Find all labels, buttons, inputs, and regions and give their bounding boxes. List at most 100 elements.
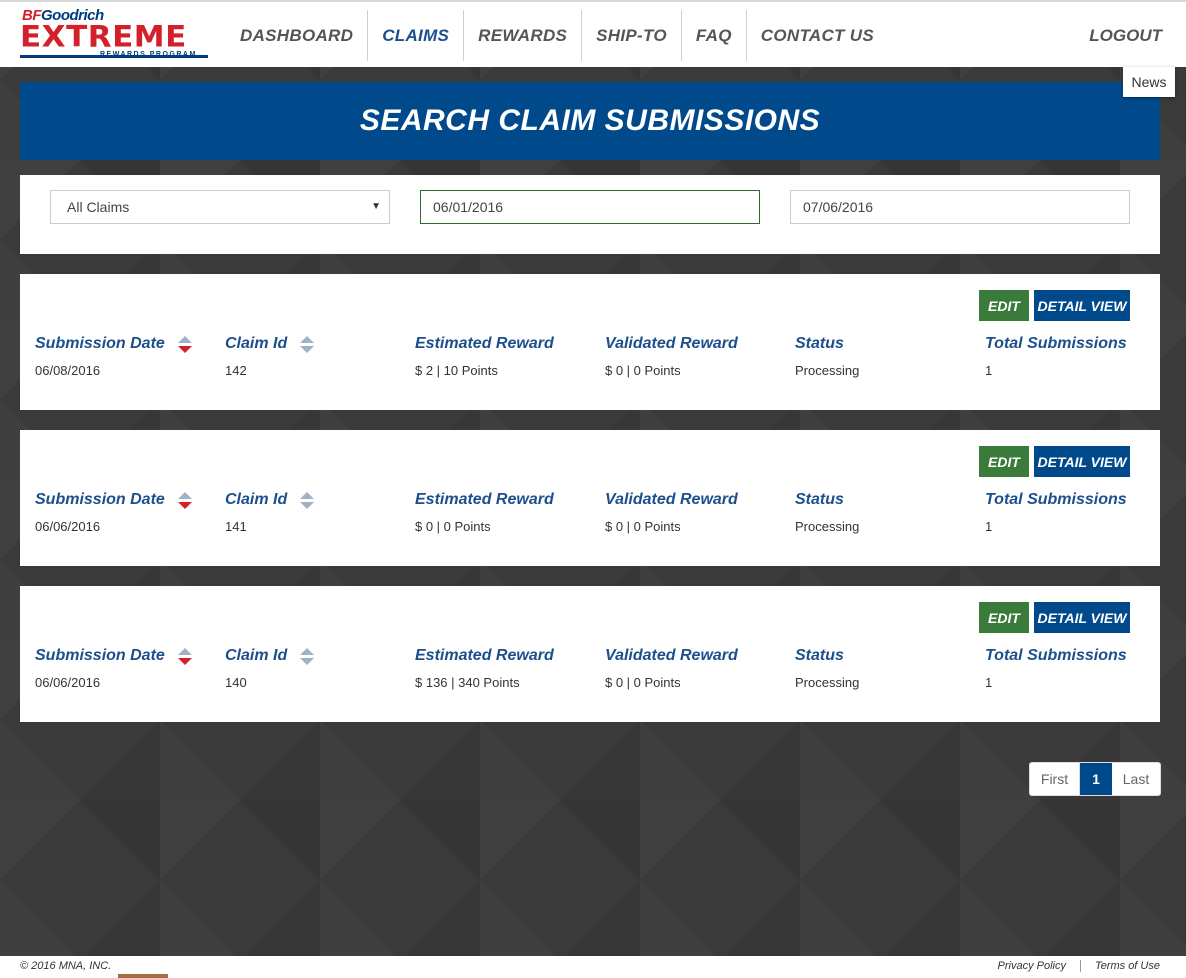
total-submissions-column: Total Submissions 1 [985,490,1127,534]
pagination: First 1 Last [1029,762,1161,796]
nav-faq[interactable]: FAQ [682,10,747,61]
logo-tagline: REWARDS PROGRAM [100,51,197,58]
validated-reward-column: Validated Reward $ 0 | 0 Points [605,334,738,378]
submission-date-header[interactable]: Submission Date [35,334,192,354]
submission-date-header[interactable]: Submission Date [35,646,192,666]
top-navigation-bar: BFGoodrich EXTREME REWARDS PROGRAM DASHB… [0,0,1186,67]
estimated-reward-value: $ 0 | 0 Points [415,519,491,534]
validated-reward-column: Validated Reward $ 0 | 0 Points [605,646,738,690]
footer-links: Privacy Policy Terms of Use [984,960,1160,972]
estimated-reward-header: Estimated Reward [415,491,554,508]
sort-icon[interactable] [177,491,192,509]
nav-dashboard[interactable]: DASHBOARD [226,10,369,61]
pagination-last[interactable]: Last [1112,763,1160,795]
detail-view-button[interactable]: DETAIL VIEW [1034,446,1130,477]
total-submissions-column: Total Submissions 1 [985,646,1127,690]
submission-date-column: Submission Date 06/06/2016 [35,490,192,534]
status-header: Status [795,491,844,508]
footer-accent-bar [118,974,168,978]
sort-icon[interactable] [300,647,315,665]
claim-id-value: 141 [225,519,247,534]
main-nav: DASHBOARD CLAIMS REWARDS SHIP-TO FAQ CON… [226,10,888,61]
estimated-reward-value: $ 136 | 340 Points [415,675,520,690]
nav-contact-us[interactable]: CONTACT US [747,10,888,61]
claim-id-header[interactable]: Claim Id [225,490,315,510]
pagination-page-1[interactable]: 1 [1080,763,1112,795]
privacy-policy-link[interactable]: Privacy Policy [984,960,1080,972]
claim-id-value: 142 [225,363,247,378]
validated-reward-header: Validated Reward [605,491,738,508]
estimated-reward-column: Estimated Reward $ 2 | 10 Points [415,334,554,378]
claim-id-header[interactable]: Claim Id [225,334,315,354]
estimated-reward-value: $ 2 | 10 Points [415,363,498,378]
validated-reward-header: Validated Reward [605,335,738,352]
total-submissions-header: Total Submissions [985,647,1127,664]
submission-date-value: 06/08/2016 [35,363,101,378]
status-value: Processing [795,675,860,690]
validated-reward-value: $ 0 | 0 Points [605,363,681,378]
submission-date-column: Submission Date 06/06/2016 [35,646,192,690]
claim-type-select[interactable]: All Claims ▼ [50,190,390,224]
estimated-reward-header: Estimated Reward [415,647,554,664]
submission-date-header[interactable]: Submission Date [35,490,192,510]
submission-date-value: 06/06/2016 [35,675,101,690]
total-submissions-value: 1 [985,363,993,378]
edit-button[interactable]: EDIT [979,602,1029,633]
status-header: Status [795,647,844,664]
total-submissions-header: Total Submissions [985,335,1127,352]
claim-id-column: Claim Id 140 [225,646,315,690]
search-filters-panel: All Claims ▼ 06/01/2016 07/06/2016 [20,175,1160,254]
news-tab[interactable]: News [1123,67,1175,97]
estimated-reward-header: Estimated Reward [415,335,554,352]
page-title: SEARCH CLAIM SUBMISSIONS [359,104,821,137]
claim-card: EDIT DETAIL VIEW Submission Date 06/08/2… [20,274,1160,410]
detail-view-button[interactable]: DETAIL VIEW [1034,290,1130,321]
status-value: Processing [795,363,860,378]
claim-id-column: Claim Id 141 [225,490,315,534]
copyright-text: © 2016 MNA, INC. [20,960,112,972]
claim-card: EDIT DETAIL VIEW Submission Date 06/06/2… [20,430,1160,566]
terms-of-use-link[interactable]: Terms of Use [1079,960,1160,972]
detail-view-button[interactable]: DETAIL VIEW [1034,602,1130,633]
status-header: Status [795,335,844,352]
sort-icon[interactable] [177,335,192,353]
status-column: Status Processing [795,490,859,534]
claim-type-value: All Claims [67,199,130,215]
end-date-input[interactable]: 07/06/2016 [790,190,1130,224]
submission-date-column: Submission Date 06/08/2016 [35,334,192,378]
nav-rewards[interactable]: REWARDS [464,10,583,61]
sort-icon[interactable] [300,491,315,509]
nav-ship-to[interactable]: SHIP-TO [582,10,682,61]
edit-button[interactable]: EDIT [979,446,1029,477]
estimated-reward-column: Estimated Reward $ 0 | 0 Points [415,490,554,534]
nav-claims[interactable]: CLAIMS [368,10,465,61]
validated-reward-header: Validated Reward [605,647,738,664]
total-submissions-value: 1 [985,675,993,690]
claim-id-column: Claim Id 142 [225,334,315,378]
claim-id-header[interactable]: Claim Id [225,646,315,666]
sort-icon[interactable] [177,647,192,665]
total-submissions-header: Total Submissions [985,491,1127,508]
sort-icon[interactable] [300,335,315,353]
validated-reward-column: Validated Reward $ 0 | 0 Points [605,490,738,534]
total-submissions-column: Total Submissions 1 [985,334,1127,378]
start-date-input[interactable]: 06/01/2016 [420,190,760,224]
validated-reward-value: $ 0 | 0 Points [605,675,681,690]
status-value: Processing [795,519,860,534]
footer: © 2016 MNA, INC. Privacy Policy Terms of… [0,956,1186,978]
claim-id-value: 140 [225,675,247,690]
status-column: Status Processing [795,334,859,378]
validated-reward-value: $ 0 | 0 Points [605,519,681,534]
status-column: Status Processing [795,646,859,690]
logout-link[interactable]: LOGOUT [1089,10,1162,61]
estimated-reward-column: Estimated Reward $ 136 | 340 Points [415,646,554,690]
total-submissions-value: 1 [985,519,993,534]
edit-button[interactable]: EDIT [979,290,1029,321]
claim-card: EDIT DETAIL VIEW Submission Date 06/06/2… [20,586,1160,722]
logo-name: EXTREME [20,19,187,55]
chevron-down-icon: ▼ [371,201,381,212]
pagination-first[interactable]: First [1030,763,1080,795]
bfgoodrich-extreme-logo[interactable]: BFGoodrich EXTREME REWARDS PROGRAM [20,7,212,63]
page-title-banner: SEARCH CLAIM SUBMISSIONS [20,82,1160,160]
submission-date-value: 06/06/2016 [35,519,101,534]
